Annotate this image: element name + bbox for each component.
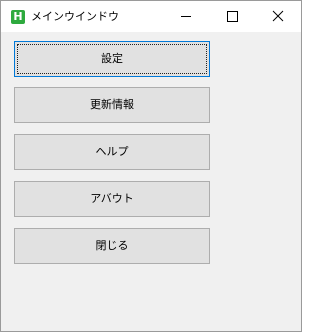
app-icon: H bbox=[11, 10, 25, 24]
settings-button[interactable]: 設定 bbox=[14, 41, 210, 77]
minimize-button[interactable] bbox=[163, 1, 209, 32]
updates-button[interactable]: 更新情報 bbox=[14, 87, 210, 123]
client-area: 設定 更新情報 ヘルプ アバウト 閉じる bbox=[1, 32, 301, 331]
maximize-icon bbox=[227, 11, 238, 22]
title-bar[interactable]: H メインウインドウ bbox=[1, 1, 301, 32]
help-button[interactable]: ヘルプ bbox=[14, 134, 210, 170]
close-menu-button[interactable]: 閉じる bbox=[14, 228, 210, 264]
window-title: メインウインドウ bbox=[31, 10, 119, 23]
close-icon bbox=[272, 10, 284, 22]
minimize-icon bbox=[181, 16, 191, 17]
maximize-button[interactable] bbox=[209, 1, 255, 32]
close-button[interactable] bbox=[255, 1, 301, 32]
about-button[interactable]: アバウト bbox=[14, 181, 210, 217]
main-window: H メインウインドウ 設定 更新情報 ヘルプ アバウト 閉じる bbox=[0, 0, 302, 332]
